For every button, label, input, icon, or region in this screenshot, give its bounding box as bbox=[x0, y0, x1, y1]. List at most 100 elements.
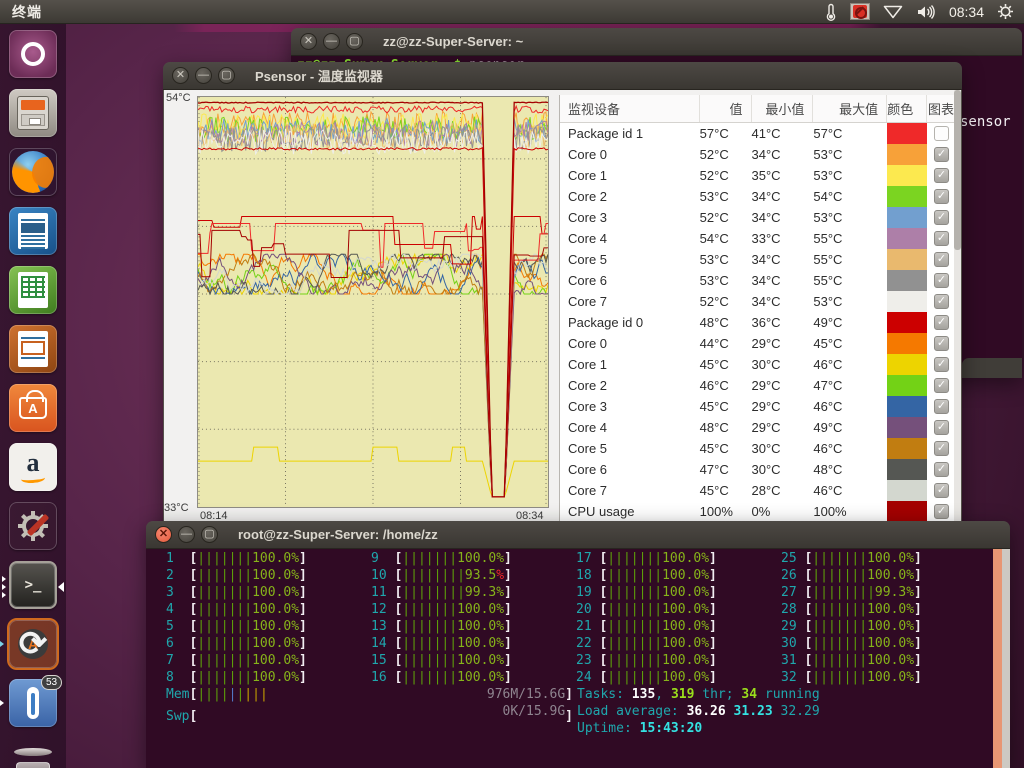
column-header[interactable]: 颜色 bbox=[887, 95, 927, 122]
launcher-icon-terminal[interactable]: >_ bbox=[9, 561, 57, 609]
chart-checkbox[interactable]: ✓ bbox=[934, 147, 949, 162]
terminal-scrollbar-thumb[interactable] bbox=[993, 549, 1002, 768]
launcher-icon-files[interactable] bbox=[9, 89, 57, 137]
thermometer-icon[interactable] bbox=[825, 3, 837, 21]
chart-checkbox[interactable]: ✓ bbox=[934, 252, 949, 267]
chart-checkbox[interactable]: ✓ bbox=[934, 168, 949, 183]
launcher-icon-software-center[interactable]: A bbox=[9, 384, 57, 432]
volume-icon[interactable] bbox=[916, 4, 936, 20]
color-swatch bbox=[887, 291, 927, 312]
cpu-meter-1: 1 [|||||||100.0%] bbox=[166, 550, 371, 567]
cpu-meter-31: 31 [|||||||100.0%] bbox=[781, 652, 986, 669]
psensor-window[interactable]: ✕ — ▢ Psensor - 温度监视器 54°C 33°C 08:14 08… bbox=[163, 62, 962, 559]
cell: Core 7 bbox=[560, 294, 700, 309]
wifi-icon[interactable] bbox=[883, 5, 903, 19]
sensor-row[interactable]: Package id 048°C36°C49°C✓ bbox=[560, 312, 956, 333]
chart-checkbox[interactable]: ✓ bbox=[934, 210, 949, 225]
chart-checkbox[interactable]: ✓ bbox=[934, 378, 949, 393]
launcher-icon-writer[interactable] bbox=[9, 207, 57, 255]
sensor-row[interactable]: Core 345°C29°C46°C✓ bbox=[560, 396, 956, 417]
chart-checkbox[interactable]: ✓ bbox=[934, 189, 949, 204]
cpu-meter-2: 2 [|||||||100.0%] bbox=[166, 567, 371, 584]
table-scrollbar[interactable] bbox=[954, 90, 961, 558]
sensor-row[interactable]: Core 545°C30°C46°C✓ bbox=[560, 438, 956, 459]
chart-checkbox[interactable]: ✓ bbox=[934, 357, 949, 372]
cell: 49°C bbox=[813, 420, 887, 435]
launcher-icon-software-updater[interactable]: ⟳A bbox=[9, 620, 57, 668]
sensor-row[interactable]: Core 653°C34°C55°C✓ bbox=[560, 270, 956, 291]
sensor-row[interactable]: Core 145°C30°C46°C✓ bbox=[560, 354, 956, 375]
htop-terminal-body[interactable]: 1 [|||||||100.0%]2 [|||||||100.0%]3 [|||… bbox=[146, 549, 1010, 768]
column-header[interactable]: 图表 bbox=[927, 95, 956, 122]
launcher-icon-dash[interactable] bbox=[9, 30, 57, 78]
column-header[interactable]: 最大值 bbox=[813, 95, 887, 122]
launcher-icon-impress[interactable] bbox=[9, 325, 57, 373]
chart-checkbox[interactable]: ✓ bbox=[934, 336, 949, 351]
chart-checkbox[interactable]: ✓ bbox=[934, 504, 949, 519]
color-swatch bbox=[887, 144, 927, 165]
sensor-row[interactable]: Core 553°C34°C55°C✓ bbox=[560, 249, 956, 270]
close-button[interactable]: ✕ bbox=[300, 33, 317, 50]
sensor-row[interactable]: Core 352°C34°C53°C✓ bbox=[560, 207, 956, 228]
maximize-button[interactable]: ▢ bbox=[346, 33, 363, 50]
chart-checkbox[interactable]: ✓ bbox=[934, 126, 949, 141]
column-header[interactable]: 最小值 bbox=[752, 95, 814, 122]
htop-terminal-window[interactable]: ✕ — ▢ root@zz-Super-Server: /home/zz 1 [… bbox=[146, 521, 1010, 768]
minimize-button[interactable]: — bbox=[178, 526, 195, 543]
sensor-row[interactable]: Core 044°C29°C45°C✓ bbox=[560, 333, 956, 354]
chart-checkbox[interactable]: ✓ bbox=[934, 483, 949, 498]
color-swatch bbox=[887, 459, 927, 480]
minimize-button[interactable]: — bbox=[195, 67, 212, 84]
sensor-row[interactable]: Package id 157°C41°C57°C✓ bbox=[560, 123, 956, 144]
sensor-row[interactable]: Core 454°C33°C55°C✓ bbox=[560, 228, 956, 249]
focused-arrow bbox=[58, 582, 64, 592]
session-gear-icon[interactable] bbox=[997, 3, 1014, 20]
sensor-row[interactable]: Core 152°C35°C53°C✓ bbox=[560, 165, 956, 186]
launcher-icon-firefox[interactable] bbox=[9, 148, 57, 196]
cell: Core 3 bbox=[560, 399, 700, 414]
maximize-button[interactable]: ▢ bbox=[218, 67, 235, 84]
terminal-scrollbar-track[interactable] bbox=[993, 549, 1010, 768]
chart-checkbox[interactable]: ✓ bbox=[934, 420, 949, 435]
record-blocked-icon[interactable] bbox=[850, 3, 870, 20]
color-swatch bbox=[887, 333, 927, 354]
rear-terminal-titlebar[interactable]: ✕ — ▢ zz@zz-Super-Server: ~ bbox=[291, 28, 1022, 56]
cpu-meter-29: 29 [|||||||100.0%] bbox=[781, 618, 986, 635]
launcher-icon-calc[interactable] bbox=[9, 266, 57, 314]
chart-checkbox[interactable]: ✓ bbox=[934, 273, 949, 288]
cell: 34°C bbox=[752, 189, 814, 204]
launcher-icon-amazon[interactable]: a bbox=[9, 443, 57, 491]
column-header[interactable]: 值 bbox=[700, 95, 752, 122]
column-header[interactable]: 监视设备 bbox=[560, 95, 700, 122]
launcher-icon-psensor[interactable]: 53 bbox=[9, 679, 57, 727]
sensor-row[interactable]: CPU usage100%0%100%✓ bbox=[560, 501, 956, 522]
launcher-icon-settings[interactable] bbox=[9, 502, 57, 550]
sensor-row[interactable]: Core 253°C34°C54°C✓ bbox=[560, 186, 956, 207]
sensor-row[interactable]: Core 052°C34°C53°C✓ bbox=[560, 144, 956, 165]
sensor-row[interactable]: Core 448°C29°C49°C✓ bbox=[560, 417, 956, 438]
close-button[interactable]: ✕ bbox=[155, 526, 172, 543]
launcher-icon-trash[interactable] bbox=[9, 738, 57, 768]
chart-checkbox[interactable]: ✓ bbox=[934, 231, 949, 246]
cpu-meter-11: 11 [||||||||99.3%] bbox=[371, 584, 576, 601]
color-swatch bbox=[887, 354, 927, 375]
chart-checkbox[interactable]: ✓ bbox=[934, 294, 949, 309]
chart-checkbox[interactable]: ✓ bbox=[934, 315, 949, 330]
minimize-button[interactable]: — bbox=[323, 33, 340, 50]
cell: 46°C bbox=[813, 357, 887, 372]
psensor-titlebar[interactable]: ✕ — ▢ Psensor - 温度监视器 bbox=[163, 62, 962, 90]
app-menu-label[interactable]: 终端 bbox=[12, 2, 42, 22]
sensor-row[interactable]: Core 647°C30°C48°C✓ bbox=[560, 459, 956, 480]
chart-checkbox[interactable]: ✓ bbox=[934, 399, 949, 414]
sensor-row[interactable]: Core 246°C29°C47°C✓ bbox=[560, 375, 956, 396]
maximize-button[interactable]: ▢ bbox=[201, 526, 218, 543]
chart-checkbox[interactable]: ✓ bbox=[934, 462, 949, 477]
sensor-row[interactable]: Core 752°C34°C53°C✓ bbox=[560, 291, 956, 312]
sensor-row[interactable]: Core 745°C28°C46°C✓ bbox=[560, 480, 956, 501]
cell: Core 2 bbox=[560, 378, 700, 393]
close-button[interactable]: ✕ bbox=[172, 67, 189, 84]
chart-checkbox[interactable]: ✓ bbox=[934, 441, 949, 456]
table-header-row: 监视设备值最小值最大值颜色图表 bbox=[560, 95, 956, 123]
htop-terminal-titlebar[interactable]: ✕ — ▢ root@zz-Super-Server: /home/zz bbox=[146, 521, 1010, 549]
clock[interactable]: 08:34 bbox=[949, 4, 984, 20]
